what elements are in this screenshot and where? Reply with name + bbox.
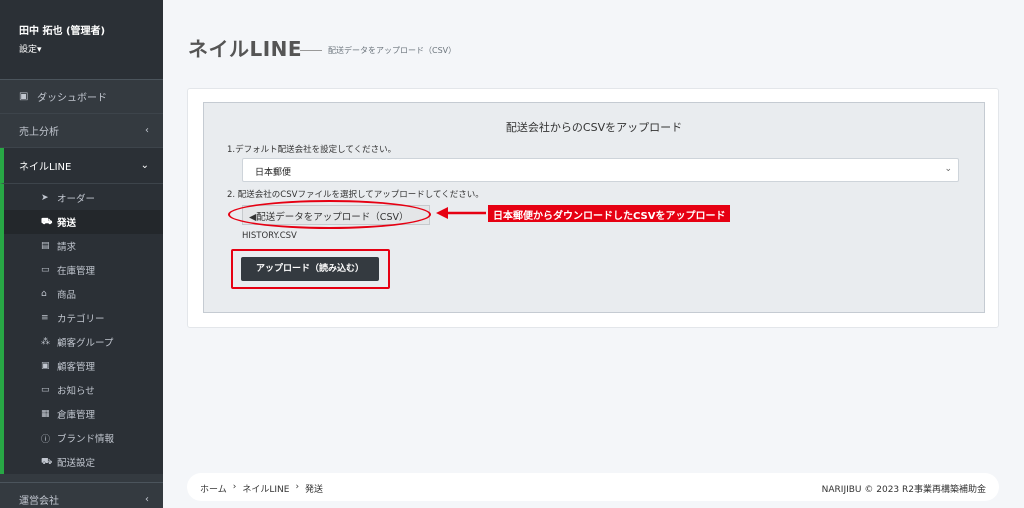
dashboard-icon: ▣ [19, 91, 29, 102]
chevron-left-icon: ‹ [145, 493, 149, 505]
sidebar-subitem-label: 商品 [57, 290, 77, 301]
list-icon: ≡ [41, 313, 49, 323]
sitemap-icon: ⁂ [41, 337, 50, 347]
annotation-arrow-icon [436, 207, 486, 219]
sidebar-subitem[interactable]: ≡ カテゴリー [4, 306, 163, 330]
step2-label: 2. 配送会社のCSVファイルを選択してアップロードしてください。 [227, 190, 484, 200]
sidebar-subitem-label: 顧客管理 [57, 362, 96, 373]
breadcrumb-item[interactable]: ホーム [200, 482, 227, 495]
page-title: ネイルLINE [188, 37, 303, 61]
address-book-icon: ▣ [41, 361, 50, 371]
sidebar-item-label: ネイルLINE [19, 162, 72, 173]
annotation-ellipse [228, 200, 431, 229]
warehouse-icon: ▦ [41, 409, 50, 419]
sidebar-submenu: ➤ オーダー ⛟ 発送 ▤ 請求 ▭ 在庫管理 ⌂ 商品 ≡ カテゴリー ⁂ 顧客グループ ▣ 顧客管理 ▭ お知… [0, 184, 163, 474]
sidebar-item-dashboard[interactable]: ▣ ダッシュボード [0, 80, 163, 114]
sidebar-subitem[interactable]: ⁂ 顧客グループ [4, 330, 163, 354]
breadcrumb-separator: › [295, 482, 300, 492]
invoice-icon: ▤ [41, 241, 50, 251]
sidebar-subitem-label: ブランド情報 [57, 434, 115, 445]
sidebar-subitem[interactable]: ⌂ 商品 [4, 282, 163, 306]
sidebar: 田中 拓也 (管理者) 設定▾ ▣ ダッシュボード 売上分析 ‹ ネイルLINE… [0, 0, 163, 508]
chevron-down-icon: ⌄ [140, 160, 149, 171]
sidebar-subitem-label: 請求 [57, 242, 77, 253]
sidebar-subitem[interactable]: ⛟ 配送設定 [4, 450, 163, 474]
user-settings-dropdown[interactable]: 設定▾ [19, 42, 163, 55]
truck-icon: ⛟ [41, 456, 53, 467]
page-subtitle: 配送データをアップロード（CSV） [300, 45, 456, 56]
monitor-icon: ▭ [41, 385, 50, 395]
panel-title: 配送会社からのCSVをアップロード [505, 121, 683, 134]
sidebar-subitem[interactable]: ▭ 在庫管理 [4, 258, 163, 282]
sidebar-subitem[interactable]: ⛟ 発送 [4, 210, 163, 234]
sidebar-subitem-label: 倉庫管理 [57, 410, 96, 421]
sidebar-item-sales[interactable]: 売上分析 ‹ [0, 114, 163, 148]
sidebar-subitem[interactable]: ⓘ ブランド情報 [4, 426, 163, 450]
sidebar-item-label: 運営会社 [19, 495, 59, 507]
sidebar-subitem[interactable]: ▦ 倉庫管理 [4, 402, 163, 426]
carrier-select-value: 日本郵便 [255, 168, 292, 178]
sidebar-subitem-label: カテゴリー [57, 314, 105, 325]
info-icon: ⓘ [41, 434, 51, 445]
breadcrumb-item[interactable]: ネイルLINE [242, 482, 289, 495]
sidebar-item-label: ダッシュボード [37, 93, 107, 104]
copyright: NARIJIBU © 2023 R2事業再構築補助金 [821, 485, 986, 495]
user-name: 田中 拓也 (管理者) [19, 26, 106, 37]
sidebar-subitem-label: オーダー [57, 194, 96, 205]
breadcrumb-item: 発送 [305, 485, 324, 495]
annotation-rectangle [231, 249, 390, 289]
sidebar-subitem-label: 発送 [57, 218, 77, 229]
truck-icon: ⛟ [41, 216, 53, 227]
footer: ホーム › ネイルLINE › 発送 NARIJIBU © 2023 R2事業再構築補助… [187, 473, 999, 501]
sidebar-subitem-label: 顧客グループ [57, 338, 114, 349]
store-icon: ⌂ [41, 289, 47, 299]
sidebar-item-label: 売上分析 [19, 127, 59, 138]
sidebar-subitem-label: 在庫管理 [57, 266, 96, 277]
sidebar-subitem[interactable]: ➤ オーダー [4, 186, 163, 210]
chevron-left-icon: ‹ [145, 125, 149, 136]
user-panel: 田中 拓也 (管理者) 設定▾ [0, 0, 163, 80]
chevron-down-icon: ⌄ [944, 164, 952, 174]
sidebar-subitem-label: お知らせ [57, 386, 95, 397]
breadcrumb-separator: › [232, 482, 237, 492]
selected-filename: HISTORY.CSV [242, 231, 297, 241]
sidebar-subitem-label: 配送設定 [57, 458, 96, 469]
sidebar-subitem[interactable]: ▣ 顧客管理 [4, 354, 163, 378]
sidebar-subitem[interactable]: ▭ お知らせ [4, 378, 163, 402]
monitor-icon: ▭ [41, 265, 50, 275]
breadcrumb: ホーム › ネイルLINE › 発送 [200, 482, 323, 495]
send-icon: ➤ [41, 193, 49, 203]
sidebar-item-nail-line[interactable]: ネイルLINE ⌄ [0, 148, 163, 184]
carrier-select[interactable]: 日本郵便 ⌄ [242, 158, 959, 182]
sidebar-item-company[interactable]: 運営会社 ‹ [0, 482, 163, 508]
sidebar-subitem[interactable]: ▤ 請求 [4, 234, 163, 258]
annotation-callout: 日本郵便からダウンロードしたCSVをアップロード [488, 205, 731, 222]
step1-label: 1.デフォルト配送会社を設定してください。 [227, 145, 397, 155]
